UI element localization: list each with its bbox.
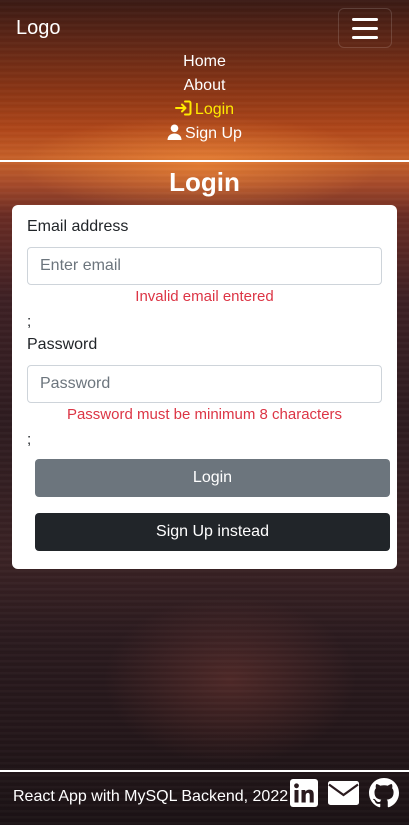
nav-link-label: Sign Up — [185, 125, 242, 142]
login-button[interactable]: Login — [35, 459, 390, 497]
navbar: Logo Home About Login Sign Up — [0, 0, 409, 162]
github-icon[interactable] — [369, 778, 399, 808]
footer-social-links — [290, 777, 399, 809]
footer-divider — [0, 770, 409, 772]
email-label: Email address — [27, 218, 129, 235]
nav-link-login[interactable]: Login — [0, 99, 409, 123]
nav-link-label: About — [183, 77, 226, 94]
nav-link-home[interactable]: Home — [0, 51, 409, 75]
stray-semicolon: ; — [27, 313, 32, 330]
navbar-divider — [0, 160, 409, 162]
nav-link-label: Home — [183, 53, 226, 70]
linkedin-icon[interactable] — [290, 779, 318, 807]
nav-link-about[interactable]: About — [0, 75, 409, 99]
envelope-icon[interactable] — [328, 781, 359, 805]
logo[interactable]: Logo — [16, 17, 61, 40]
nav-links: Home About Login Sign Up — [0, 51, 409, 147]
page-title: Login — [169, 167, 240, 197]
login-card: Email address Invalid email entered ; Pa… — [12, 205, 397, 569]
password-error: Password must be minimum 8 characters — [66, 406, 343, 423]
navbar-toggler-button[interactable] — [338, 8, 392, 48]
stray-semicolon: ; — [27, 431, 32, 448]
hamburger-menu-icon — [352, 17, 378, 21]
password-label: Password — [27, 336, 98, 353]
footer-text: React App with MySQL Backend, 2022 — [13, 788, 289, 805]
email-error: Invalid email entered — [135, 288, 274, 305]
login-arrow-icon — [174, 100, 192, 123]
nav-link-label: Login — [194, 101, 235, 118]
password-input[interactable] — [27, 365, 382, 403]
signup-instead-button[interactable]: Sign Up instead — [35, 513, 390, 551]
email-input[interactable] — [27, 247, 382, 285]
nav-link-signup[interactable]: Sign Up — [0, 123, 409, 147]
user-icon — [167, 124, 182, 147]
